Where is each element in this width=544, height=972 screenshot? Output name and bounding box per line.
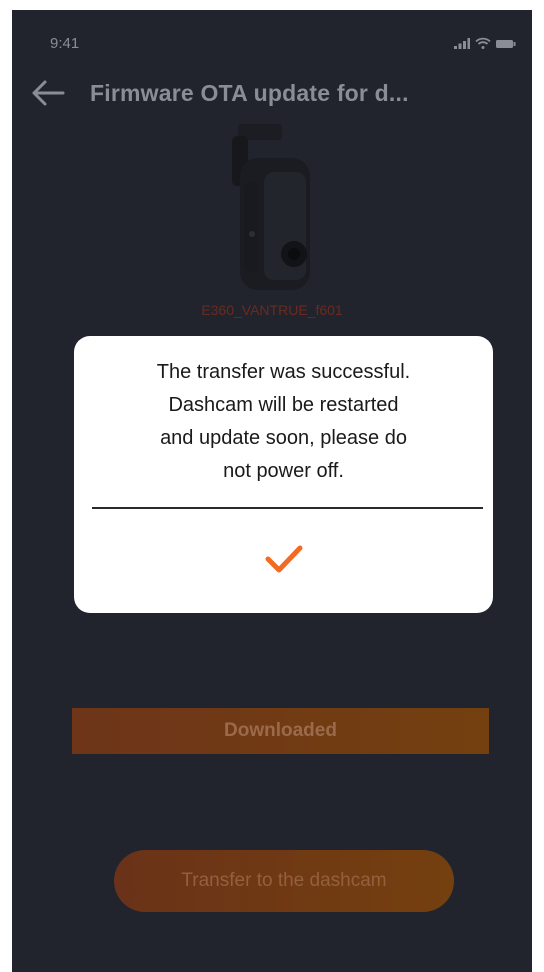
device-name: E360_VANTRUE_f601 — [201, 302, 343, 318]
dialog-message-line: The transfer was successful. — [156, 361, 411, 383]
dialog-message: The transfer was successful. Dashcam wil… — [94, 356, 473, 488]
download-status-bar: Downloaded — [72, 708, 489, 754]
phone-screen: 9:41 Firmware OTA update for d... E360_V… — [12, 10, 532, 972]
transfer-button[interactable]: Transfer to the dashcam — [114, 850, 454, 912]
battery-icon — [496, 36, 516, 54]
dashcam-image — [212, 122, 322, 302]
status-time: 9:41 — [50, 35, 80, 52]
dialog-message-line: not power off. — [223, 460, 344, 482]
dialog-divider — [92, 507, 483, 509]
download-status-label: Downloaded — [224, 720, 337, 741]
success-dialog: The transfer was successful. Dashcam wil… — [74, 336, 493, 613]
transfer-button-label: Transfer to the dashcam — [181, 870, 387, 891]
page-title: Firmware OTA update for d... — [90, 80, 409, 106]
header-bar: Firmware OTA update for d... — [12, 70, 532, 116]
checkmark-icon — [264, 543, 304, 580]
dialog-message-line: and update soon, please do — [160, 427, 407, 449]
status-bar: 9:41 — [12, 10, 532, 66]
back-arrow-icon — [30, 80, 66, 112]
signal-icon — [454, 36, 470, 54]
confirm-button[interactable] — [74, 510, 493, 613]
wifi-icon — [475, 36, 491, 54]
dialog-message-line: Dashcam will be restarted — [168, 394, 399, 416]
back-button[interactable] — [30, 78, 70, 108]
status-icons — [454, 36, 516, 54]
